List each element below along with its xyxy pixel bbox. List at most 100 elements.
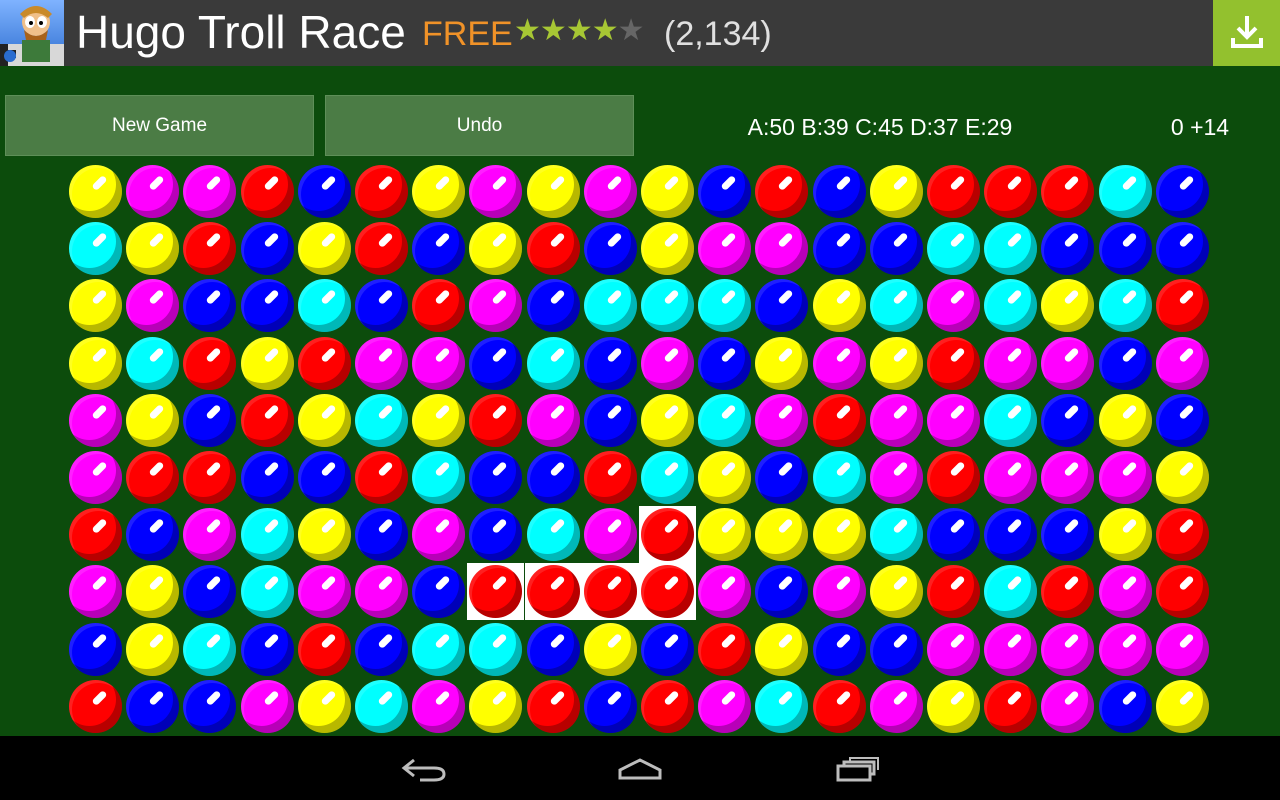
ball[interactable] bbox=[239, 392, 296, 449]
ball[interactable] bbox=[753, 163, 810, 220]
ball[interactable] bbox=[467, 335, 524, 392]
ball[interactable] bbox=[525, 335, 582, 392]
ball[interactable] bbox=[1039, 449, 1096, 506]
ball[interactable] bbox=[1154, 163, 1211, 220]
ball[interactable] bbox=[639, 563, 696, 621]
ball[interactable] bbox=[696, 163, 753, 220]
ball[interactable] bbox=[67, 335, 124, 392]
ball[interactable] bbox=[753, 678, 810, 735]
ball[interactable] bbox=[410, 220, 467, 277]
ball[interactable] bbox=[67, 678, 124, 735]
ball[interactable] bbox=[1097, 563, 1154, 620]
ball[interactable] bbox=[1039, 563, 1096, 620]
ball[interactable] bbox=[868, 449, 925, 506]
ball[interactable] bbox=[1039, 621, 1096, 678]
ball[interactable] bbox=[353, 621, 410, 678]
ball[interactable] bbox=[696, 392, 753, 449]
ball[interactable] bbox=[410, 277, 467, 334]
ball[interactable] bbox=[811, 163, 868, 220]
ball[interactable] bbox=[525, 163, 582, 220]
ball[interactable] bbox=[868, 220, 925, 277]
ball[interactable] bbox=[1097, 621, 1154, 678]
ball[interactable] bbox=[239, 335, 296, 392]
ball[interactable] bbox=[1154, 621, 1211, 678]
ball[interactable] bbox=[753, 621, 810, 678]
ball[interactable] bbox=[811, 563, 868, 620]
ball[interactable] bbox=[296, 392, 353, 449]
ball[interactable] bbox=[925, 220, 982, 277]
ball[interactable] bbox=[811, 506, 868, 563]
ball[interactable] bbox=[1154, 220, 1211, 277]
ball[interactable] bbox=[467, 220, 524, 277]
ball[interactable] bbox=[239, 449, 296, 506]
home-icon[interactable] bbox=[616, 756, 664, 782]
ball[interactable] bbox=[353, 335, 410, 392]
ball[interactable] bbox=[753, 277, 810, 334]
ball[interactable] bbox=[525, 506, 582, 563]
ball[interactable] bbox=[1154, 506, 1211, 563]
ball[interactable] bbox=[467, 163, 524, 220]
ball[interactable] bbox=[410, 563, 467, 620]
ball[interactable] bbox=[410, 449, 467, 506]
ball[interactable] bbox=[639, 506, 696, 564]
ball[interactable] bbox=[696, 449, 753, 506]
ball[interactable] bbox=[410, 621, 467, 678]
ball[interactable] bbox=[410, 392, 467, 449]
ball[interactable] bbox=[525, 277, 582, 334]
ball[interactable] bbox=[1154, 335, 1211, 392]
game-board[interactable] bbox=[67, 163, 1212, 735]
ball[interactable] bbox=[467, 678, 524, 735]
ball[interactable] bbox=[753, 220, 810, 277]
ball[interactable] bbox=[296, 563, 353, 620]
ball[interactable] bbox=[639, 621, 696, 678]
ball[interactable] bbox=[868, 277, 925, 334]
download-button[interactable] bbox=[1213, 0, 1280, 66]
ball[interactable] bbox=[181, 392, 238, 449]
ball[interactable] bbox=[410, 335, 467, 392]
ball[interactable] bbox=[296, 621, 353, 678]
ball[interactable] bbox=[181, 335, 238, 392]
ball[interactable] bbox=[67, 163, 124, 220]
ball[interactable] bbox=[811, 449, 868, 506]
ball[interactable] bbox=[868, 392, 925, 449]
ball[interactable] bbox=[467, 449, 524, 506]
ball[interactable] bbox=[353, 220, 410, 277]
ball[interactable] bbox=[925, 335, 982, 392]
ball[interactable] bbox=[467, 277, 524, 334]
ball[interactable] bbox=[67, 220, 124, 277]
ball[interactable] bbox=[296, 506, 353, 563]
ball[interactable] bbox=[1039, 277, 1096, 334]
ball[interactable] bbox=[1039, 678, 1096, 735]
ball[interactable] bbox=[982, 563, 1039, 620]
ball[interactable] bbox=[753, 335, 810, 392]
ball[interactable] bbox=[582, 449, 639, 506]
ball[interactable] bbox=[753, 563, 810, 620]
ball[interactable] bbox=[696, 220, 753, 277]
ball[interactable] bbox=[753, 506, 810, 563]
ball[interactable] bbox=[868, 621, 925, 678]
ball[interactable] bbox=[581, 563, 639, 621]
ball[interactable] bbox=[239, 621, 296, 678]
ball[interactable] bbox=[124, 220, 181, 277]
ball[interactable] bbox=[753, 449, 810, 506]
ball[interactable] bbox=[868, 678, 925, 735]
ball[interactable] bbox=[1097, 506, 1154, 563]
new-game-button[interactable]: New Game bbox=[5, 95, 314, 156]
ball[interactable] bbox=[296, 678, 353, 735]
ball[interactable] bbox=[67, 506, 124, 563]
ball[interactable] bbox=[639, 277, 696, 334]
ball[interactable] bbox=[525, 220, 582, 277]
ball[interactable] bbox=[124, 335, 181, 392]
ball[interactable] bbox=[582, 392, 639, 449]
ball[interactable] bbox=[467, 506, 524, 563]
ball[interactable] bbox=[467, 392, 524, 449]
ball[interactable] bbox=[582, 621, 639, 678]
ball[interactable] bbox=[239, 506, 296, 563]
hugo-troll-app-icon[interactable] bbox=[0, 0, 64, 66]
ball[interactable] bbox=[982, 621, 1039, 678]
ball[interactable] bbox=[124, 392, 181, 449]
ball[interactable] bbox=[296, 163, 353, 220]
ball[interactable] bbox=[925, 163, 982, 220]
ball[interactable] bbox=[1097, 449, 1154, 506]
ball[interactable] bbox=[982, 506, 1039, 563]
